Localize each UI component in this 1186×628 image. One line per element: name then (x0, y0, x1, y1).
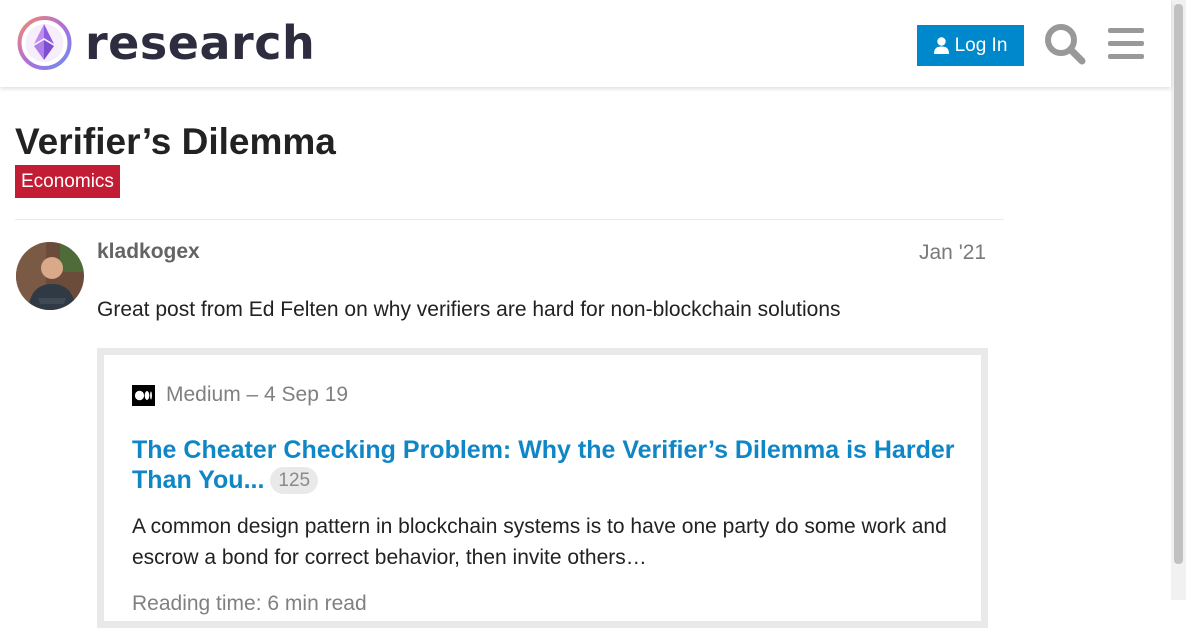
ethereum-research-logo-icon (17, 16, 72, 70)
onebox-description: A common design pattern in blockchain sy… (132, 515, 947, 569)
medium-icon (132, 384, 155, 406)
login-button[interactable]: Log In (917, 25, 1024, 66)
login-label: Log In (954, 34, 1008, 56)
title-divider (15, 219, 1004, 220)
logo-text: research (85, 16, 316, 70)
onebox-title-link[interactable]: The Cheater Checking Problem: Why the Ve… (132, 436, 954, 494)
onebox-title: The Cheater Checking Problem: Why the Ve… (132, 435, 972, 495)
onebox-source-text: Medium – 4 Sep 19 (166, 383, 349, 406)
hamburger-menu-icon (1108, 28, 1144, 59)
hamburger-menu-button[interactable] (1106, 24, 1146, 64)
click-count-badge: 125 (270, 467, 319, 494)
post-date[interactable]: Jan '21 (919, 241, 986, 265)
site-logo[interactable]: research (16, 14, 315, 72)
site-header: research Log In (0, 0, 1171, 87)
topic-title[interactable]: Verifier’s Dilemma (15, 120, 336, 164)
search-button[interactable] (1043, 22, 1087, 66)
avatar[interactable] (16, 242, 84, 310)
link-preview-onebox: Medium – 4 Sep 19 The Cheater Checking P… (97, 348, 988, 628)
post-username[interactable]: kladkogex (97, 240, 200, 264)
user-icon (933, 37, 949, 54)
post-body-text: Great post from Ed Felten on why verifie… (97, 298, 841, 321)
scrollbar-thumb[interactable] (1174, 4, 1183, 564)
page-scrollbar[interactable] (1171, 0, 1186, 600)
category-badge[interactable]: Economics (15, 165, 120, 198)
onebox-reading-time: Reading time: 6 min read (132, 592, 367, 615)
onebox-source[interactable]: Medium – 4 Sep 19 (132, 383, 348, 407)
search-icon (1045, 24, 1086, 65)
